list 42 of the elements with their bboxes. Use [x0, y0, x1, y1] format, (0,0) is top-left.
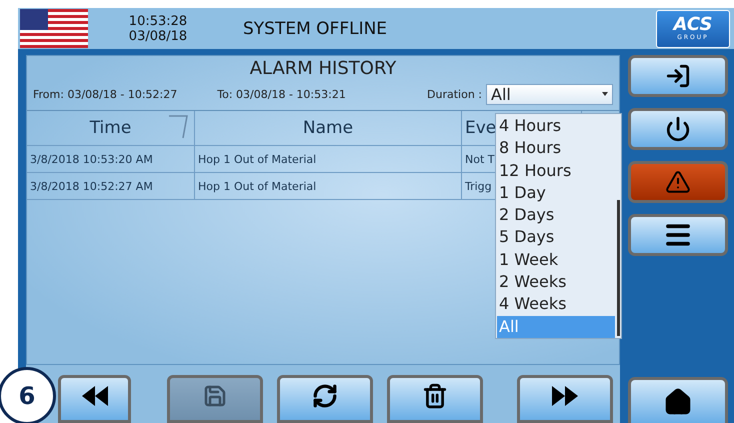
clock-date: 03/08/18: [128, 28, 188, 44]
panel-title: ALARM HISTORY: [248, 57, 398, 81]
warning-icon: [665, 169, 691, 195]
from-date: From: 03/08/18 - 10:52:27: [33, 88, 178, 100]
dropdown-option[interactable]: 4 Weeks: [497, 293, 615, 316]
delete-button[interactable]: [387, 375, 483, 423]
trash-icon: [422, 383, 448, 409]
login-icon: [665, 63, 691, 89]
rewind-button[interactable]: [58, 375, 131, 423]
alarm-button[interactable]: [628, 161, 728, 203]
power-icon: [665, 116, 691, 142]
column-header[interactable]: Name: [195, 111, 462, 145]
refresh-icon: [312, 383, 338, 409]
refresh-button[interactable]: [277, 375, 373, 423]
home-icon: [664, 388, 692, 416]
menu-button[interactable]: [628, 214, 728, 256]
home-button[interactable]: [628, 377, 728, 423]
table-cell: Hop 1 Out of Material: [195, 146, 462, 172]
dropdown-option[interactable]: 2 Weeks: [497, 271, 615, 294]
to-date: To: 03/08/18 - 10:53:21: [217, 88, 346, 100]
duration-label: Duration :: [427, 88, 482, 100]
login-button[interactable]: [628, 55, 728, 97]
table-cell: 3/8/2018 10:53:20 AM: [27, 146, 195, 172]
column-header[interactable]: Time: [27, 111, 195, 145]
dropdown-option[interactable]: 1 Week: [497, 248, 615, 272]
fast-forward-icon: [550, 384, 580, 408]
sort-indicator-icon: [168, 115, 188, 139]
table-cell: Hop 1 Out of Material: [195, 173, 462, 199]
rewind-icon: [80, 384, 110, 408]
table-cell: 3/8/2018 10:52:27 AM: [27, 173, 195, 199]
forward-button[interactable]: [517, 375, 613, 423]
dropdown-option[interactable]: 5 Days: [497, 226, 615, 249]
flag-icon: [20, 9, 88, 48]
power-button[interactable]: [628, 108, 728, 150]
duration-select[interactable]: All: [486, 84, 613, 104]
clock-time: 10:53:28: [128, 14, 188, 28]
dropdown-option[interactable]: 4 Hours: [497, 115, 615, 138]
caret-icon: [602, 92, 608, 96]
dropdown-option[interactable]: 2 Days: [497, 204, 615, 226]
system-status: SYSTEM OFFLINE: [243, 18, 388, 38]
step-number-badge: 6: [0, 367, 56, 423]
save-icon: [203, 384, 227, 408]
